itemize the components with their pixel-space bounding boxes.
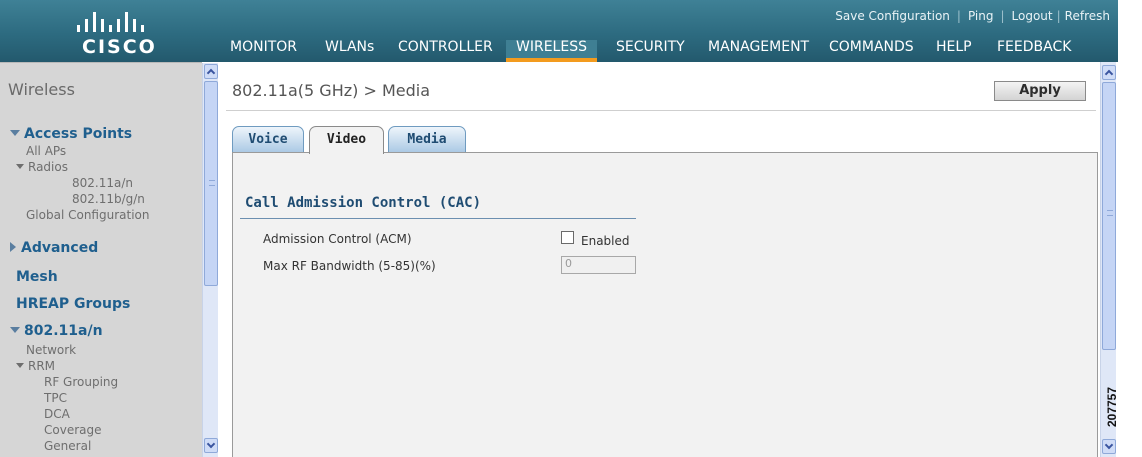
nav-commands[interactable]: COMMANDS <box>819 40 924 62</box>
expanded-triangle-icon <box>10 130 20 136</box>
expanded-triangle-icon <box>10 327 20 333</box>
ping-link[interactable]: Ping <box>968 9 994 23</box>
sidebar-item-coverage[interactable]: Coverage <box>44 423 102 437</box>
sidebar: Wireless Access Points All APs Radios 80… <box>0 62 202 457</box>
sidebar-item-global-configuration[interactable]: Global Configuration <box>26 208 149 222</box>
nav-security[interactable]: SECURITY <box>606 40 695 62</box>
nav-help[interactable]: HELP <box>926 40 982 62</box>
scroll-down-arrow[interactable] <box>1102 439 1116 454</box>
sidebar-item-80211an[interactable]: 802.11a/n <box>10 323 103 339</box>
scroll-up-arrow[interactable] <box>1102 65 1116 80</box>
sidebar-scrollbar[interactable] <box>202 63 218 457</box>
expanded-triangle-icon <box>16 164 24 169</box>
sidebar-item-dca[interactable]: DCA <box>44 407 70 421</box>
sidebar-item-radios[interactable]: Radios <box>16 160 68 174</box>
sidebar-item-mesh[interactable]: Mesh <box>16 269 58 285</box>
scroll-thumb[interactable] <box>1102 82 1116 350</box>
nav-wireless[interactable]: WIRELESS <box>506 40 597 62</box>
nav-monitor[interactable]: MONITOR <box>220 40 307 62</box>
sidebar-item-rrm[interactable]: RRM <box>16 359 55 373</box>
collapsed-triangle-icon <box>10 242 16 252</box>
logo-text: CISCO <box>82 36 157 58</box>
sidebar-item-tpc[interactable]: TPC <box>44 391 67 405</box>
bandwidth-input[interactable]: 0 <box>561 256 636 274</box>
scroll-thumb[interactable] <box>204 81 218 286</box>
apply-button[interactable]: Apply <box>994 81 1086 101</box>
cisco-logo: CISCO <box>60 12 180 58</box>
sidebar-item-rf-grouping[interactable]: RF Grouping <box>44 375 118 389</box>
refresh-link[interactable]: Refresh <box>1065 9 1110 23</box>
sidebar-item-radio-80211an[interactable]: 802.11a/n <box>72 176 133 190</box>
sidebar-item-access-points[interactable]: Access Points <box>10 126 132 142</box>
sidebar-item-network[interactable]: Network <box>26 343 76 357</box>
acm-enabled-label: Enabled <box>581 234 630 248</box>
cisco-bars-icon <box>77 12 144 32</box>
figure-id: 207757 <box>1105 386 1120 428</box>
tab-media[interactable]: Media <box>388 126 466 153</box>
nav-management[interactable]: MANAGEMENT <box>698 40 819 62</box>
section-divider <box>240 218 636 219</box>
sidebar-item-all-aps[interactable]: All APs <box>26 144 66 158</box>
scroll-down-arrow[interactable] <box>204 438 218 453</box>
logout-link[interactable]: Logout <box>1012 9 1053 23</box>
nav-controller[interactable]: CONTROLLER <box>388 40 503 62</box>
acm-label: Admission Control (ACM) <box>263 232 412 246</box>
sidebar-item-radio-80211bgn[interactable]: 802.11b/g/n <box>72 192 145 206</box>
tab-voice[interactable]: Voice <box>232 126 304 153</box>
expanded-triangle-icon <box>16 363 24 368</box>
nav-feedback[interactable]: FEEDBACK <box>987 40 1081 62</box>
section-title: Call Admission Control (CAC) <box>245 195 482 211</box>
sidebar-item-advanced[interactable]: Advanced <box>10 240 98 256</box>
title-divider <box>226 110 1096 111</box>
sidebar-item-hreap-groups[interactable]: HREAP Groups <box>16 296 130 312</box>
top-header: CISCO Save Configuration | Ping | Logout | Ref… <box>0 0 1118 62</box>
scroll-up-arrow[interactable] <box>204 64 218 79</box>
acm-enabled-checkbox[interactable] <box>561 231 574 244</box>
save-configuration-link[interactable]: Save Configuration <box>835 9 950 23</box>
sidebar-title: Wireless <box>8 80 75 99</box>
bandwidth-label: Max RF Bandwidth (5-85)(%) <box>263 259 436 273</box>
utility-links: Save Configuration | Ping | Logout | Refresh <box>835 9 1110 23</box>
page-title: 802.11a(5 GHz) > Media <box>232 81 430 100</box>
tab-video[interactable]: Video <box>309 126 384 154</box>
nav-wlans[interactable]: WLANs <box>315 40 384 62</box>
sidebar-item-general[interactable]: General <box>44 439 91 453</box>
